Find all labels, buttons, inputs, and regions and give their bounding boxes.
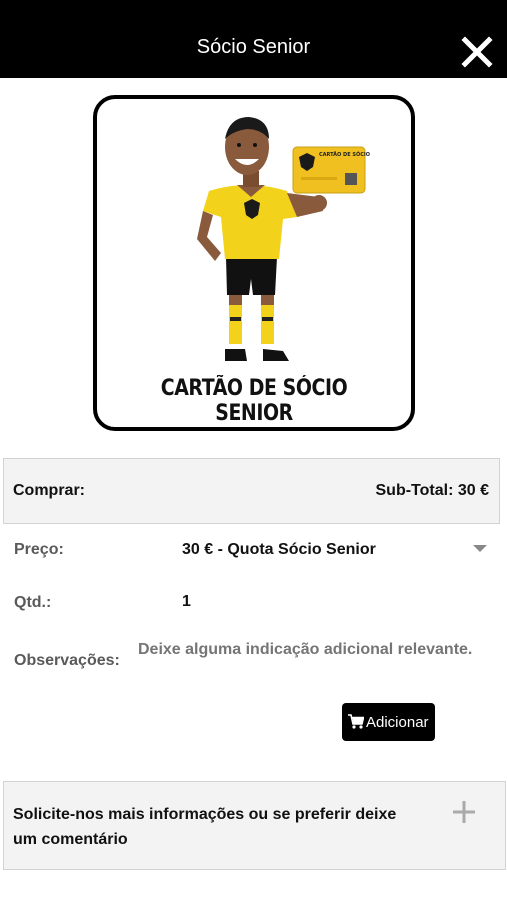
cart-icon xyxy=(348,714,364,729)
info-request-text: Solicite-nos mais informações ou se pref… xyxy=(13,806,397,848)
buy-label: Comprar: xyxy=(13,482,86,499)
card-label: CARTÃO DE SÓCIO xyxy=(319,151,370,158)
price-select[interactable]: 30 € - Quota Sócio Senior xyxy=(182,541,376,559)
notes-label: Observações: xyxy=(14,652,120,669)
product-caption: CARTÃO DE SÓCIO SENIOR xyxy=(160,376,348,426)
subtotal-value: Sub-Total: 30 € xyxy=(375,482,490,499)
product-image: CARTÃO DE SÓCIO CARTÃO DE SÓCIO SENIOR xyxy=(93,95,415,431)
plus-icon[interactable] xyxy=(452,800,476,824)
page-title: Sócio Senior xyxy=(196,36,311,58)
chevron-down-icon[interactable] xyxy=(473,545,487,552)
add-to-cart-button[interactable]: Adicionar xyxy=(342,703,435,741)
card-label-layer: CARTÃO DE SÓCIO xyxy=(319,151,370,158)
notes-input[interactable] xyxy=(138,637,488,663)
purchase-summary: Comprar: Sub-Total: 30 € xyxy=(3,458,500,524)
add-button-label: Adicionar xyxy=(366,714,429,731)
app-header: Sócio Senior xyxy=(0,0,507,78)
qty-field[interactable]: 1 xyxy=(182,593,191,611)
price-label: Preço: xyxy=(14,541,64,558)
qty-label: Qtd.: xyxy=(14,594,52,611)
close-icon[interactable] xyxy=(461,36,493,68)
info-request-panel[interactable]: Solicite-nos mais informações ou se pref… xyxy=(3,781,506,870)
